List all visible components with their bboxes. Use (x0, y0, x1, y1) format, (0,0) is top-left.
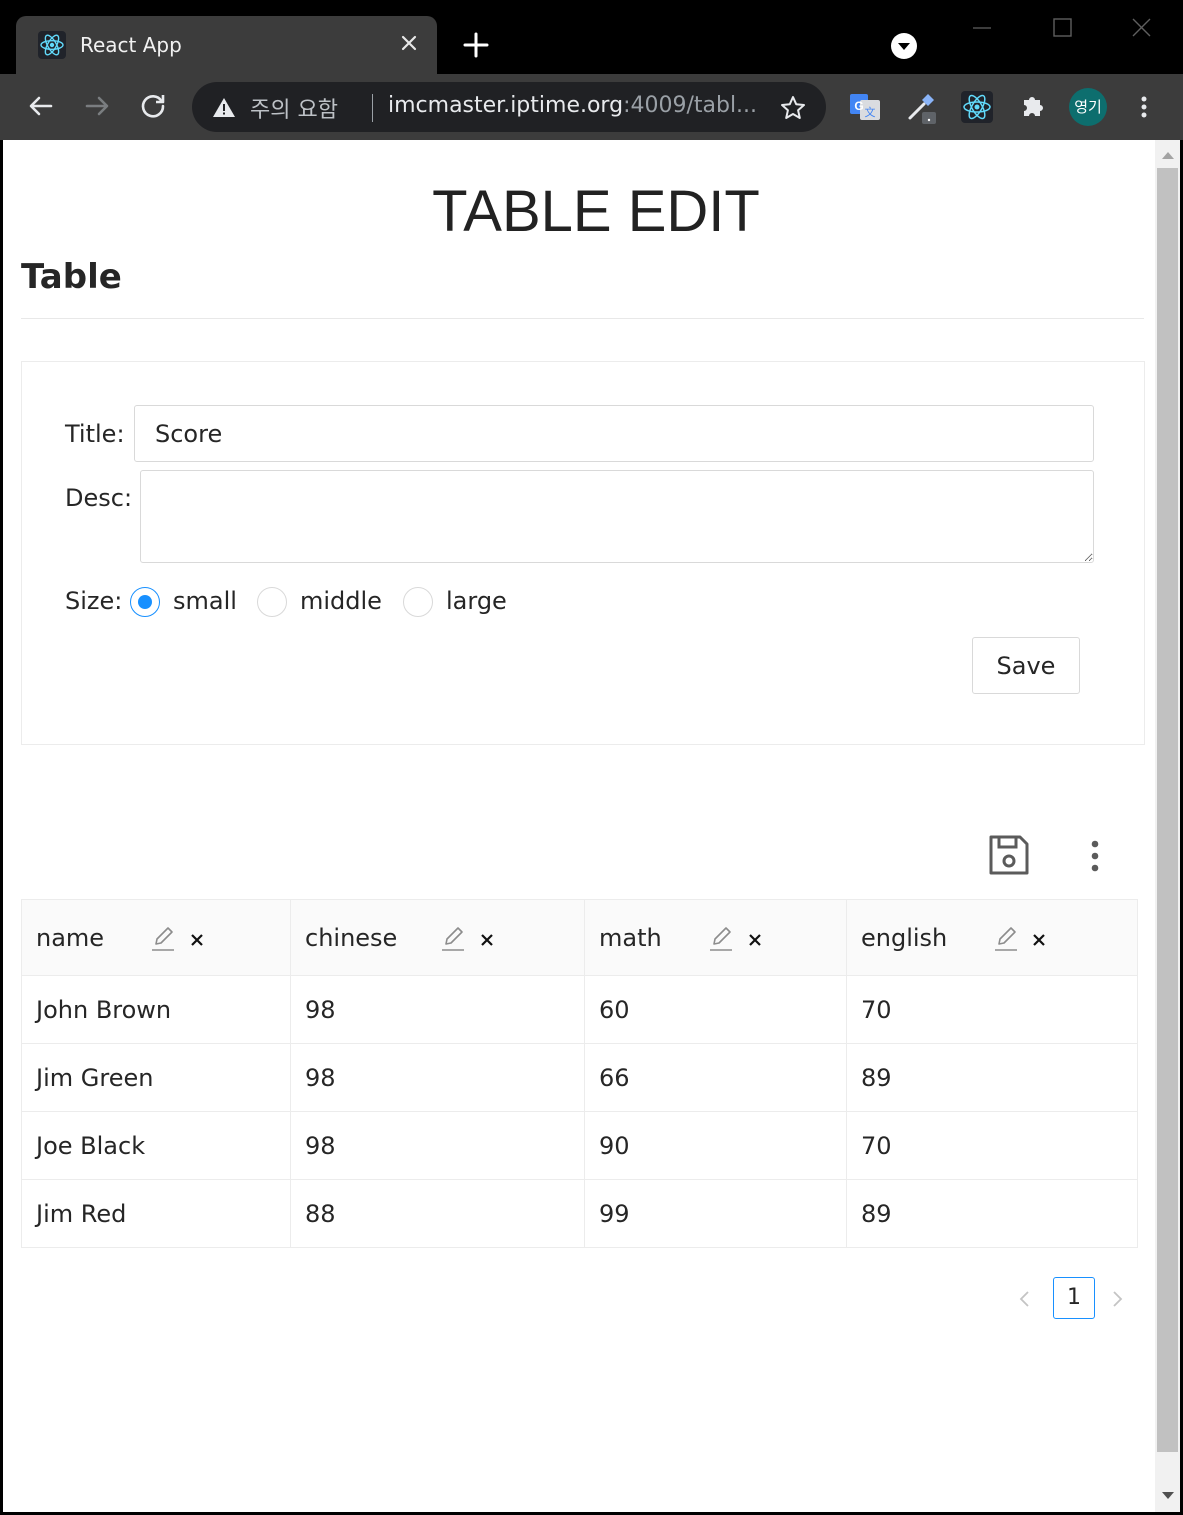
tab-search-chevron-icon[interactable] (890, 32, 918, 60)
browser-toolbar: 주의 요함 imcmaster.iptime.org:4009/tabl... … (0, 74, 1183, 140)
warning-triangle-icon (213, 98, 235, 117)
vertical-scrollbar[interactable] (1155, 140, 1180, 1512)
bookmark-star-icon[interactable] (779, 94, 807, 122)
cell-name[interactable]: John Brown (21, 975, 291, 1044)
google-translate-icon[interactable]: G 文 (848, 90, 882, 124)
table-row: Jim Red 88 99 89 (21, 1179, 1138, 1248)
cell-chinese[interactable]: 88 (290, 1179, 585, 1248)
column-header-math: math (584, 899, 847, 976)
delete-column-x-icon[interactable] (479, 932, 495, 948)
size-option-large-label[interactable]: large (446, 587, 507, 615)
column-header-english: english (846, 899, 1138, 976)
tab-title: React App (80, 33, 182, 57)
forward-arrow-icon[interactable] (81, 90, 113, 122)
column-title: math (599, 923, 662, 952)
column-header-name: name (21, 899, 291, 976)
size-option-small-label[interactable]: small (173, 587, 237, 615)
react-devtools-icon[interactable] (960, 90, 994, 124)
window-minimize-icon[interactable] (962, 10, 1002, 46)
cell-math[interactable]: 99 (584, 1179, 847, 1248)
column-title: english (861, 923, 948, 952)
chevron-right-icon[interactable] (1105, 1287, 1129, 1311)
cell-math[interactable]: 90 (584, 1111, 847, 1180)
cell-name[interactable]: Jim Red (21, 1179, 291, 1248)
security-status-text[interactable]: 주의 요함 (250, 92, 338, 124)
cell-name[interactable]: Joe Black (21, 1111, 291, 1180)
edit-pencil-icon[interactable] (993, 924, 1019, 952)
cell-english[interactable]: 89 (846, 1179, 1138, 1248)
cell-english[interactable]: 70 (846, 1111, 1138, 1180)
table-settings-form: Title: Desc: Size: small middle large Sa… (21, 361, 1145, 745)
window-maximize-icon[interactable] (1042, 10, 1082, 46)
cell-math[interactable]: 66 (584, 1043, 847, 1112)
edit-pencil-icon[interactable] (708, 924, 734, 952)
size-label: Size: (65, 587, 123, 615)
page-title: TABLE EDIT (432, 179, 760, 244)
scrollbar-thumb[interactable] (1157, 168, 1178, 1452)
cell-chinese[interactable]: 98 (290, 1043, 585, 1112)
table-header-row: name chinese math english (21, 899, 1138, 976)
profile-avatar[interactable]: 영기 (1069, 88, 1107, 126)
section-divider (21, 318, 1144, 319)
title-input[interactable] (134, 405, 1094, 462)
browser-tab[interactable]: React App (16, 16, 437, 74)
edit-pencil-icon[interactable] (150, 924, 176, 952)
table-row: Joe Black 98 90 70 (21, 1111, 1138, 1180)
save-floppy-icon[interactable] (987, 833, 1031, 877)
column-title: chinese (305, 923, 398, 952)
window-close-icon[interactable] (1122, 10, 1162, 46)
new-tab-plus-icon[interactable] (461, 30, 491, 60)
address-bar[interactable]: 주의 요함 imcmaster.iptime.org:4009/tabl... (192, 82, 826, 132)
url-text[interactable]: imcmaster.iptime.org:4009/tabl... (388, 93, 757, 118)
edit-pencil-icon[interactable] (440, 924, 466, 952)
cell-name[interactable]: Jim Green (21, 1043, 291, 1112)
close-icon[interactable] (396, 30, 422, 56)
delete-column-x-icon[interactable] (189, 932, 205, 948)
column-title: name (36, 923, 105, 952)
column-header-chinese: chinese (290, 899, 585, 976)
size-option-middle-label[interactable]: middle (300, 587, 382, 615)
title-label: Title: (65, 420, 125, 448)
score-table: name chinese math english John Brown 98 … (21, 899, 1138, 1248)
reload-icon[interactable] (137, 90, 169, 122)
table-row: Jim Green 98 66 89 (21, 1043, 1138, 1112)
chevron-left-icon[interactable] (1013, 1287, 1037, 1311)
size-radio-middle[interactable] (257, 587, 287, 617)
size-radio-small[interactable] (130, 587, 160, 617)
color-picker-icon[interactable] (904, 90, 938, 124)
extensions-puzzle-icon[interactable] (1016, 90, 1050, 124)
cell-math[interactable]: 60 (584, 975, 847, 1044)
desc-label: Desc: (65, 484, 133, 512)
scroll-up-arrow-icon[interactable] (1162, 152, 1174, 159)
cell-english[interactable]: 89 (846, 1043, 1138, 1112)
browser-tab-strip: React App (0, 0, 1183, 74)
url-host: imcmaster.iptime.org (388, 93, 624, 118)
cell-english[interactable]: 70 (846, 975, 1138, 1044)
cell-chinese[interactable]: 98 (290, 975, 585, 1044)
address-separator (372, 94, 373, 122)
scroll-down-arrow-icon[interactable] (1162, 1492, 1174, 1499)
delete-column-x-icon[interactable] (747, 932, 763, 948)
kebab-menu-icon[interactable] (1132, 90, 1156, 124)
svg-text:G: G (854, 99, 863, 113)
section-title: Table (21, 257, 122, 297)
size-radio-large[interactable] (403, 587, 433, 617)
back-arrow-icon[interactable] (25, 90, 57, 122)
delete-column-x-icon[interactable] (1031, 932, 1047, 948)
page-number-current[interactable]: 1 (1053, 1277, 1095, 1319)
table-row: John Brown 98 60 70 (21, 975, 1138, 1044)
save-button[interactable]: Save (972, 637, 1080, 694)
page-viewport: TABLE EDIT Table Title: Desc: Size: smal… (3, 140, 1155, 1512)
svg-text:文: 文 (865, 105, 876, 119)
cell-chinese[interactable]: 98 (290, 1111, 585, 1180)
react-icon (38, 31, 66, 59)
url-path: :4009/tabl... (623, 93, 758, 118)
more-options-icon[interactable] (1083, 837, 1107, 875)
pagination: 1 (1013, 1277, 1153, 1321)
desc-textarea[interactable] (140, 470, 1094, 563)
